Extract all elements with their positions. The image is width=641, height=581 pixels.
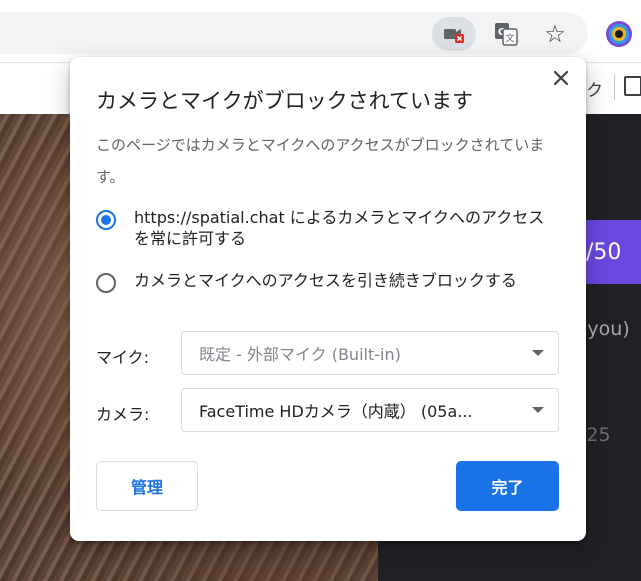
you-label: (you) (580, 318, 630, 340)
camera-select-value: FaceTime HDカメラ（内蔵） (05a... (199, 402, 473, 421)
camera-blocked-icon[interactable] (432, 17, 476, 51)
browser-toolbar: G 文 ☆ (0, 0, 641, 63)
mic-label: マイク: (96, 348, 150, 367)
dialog-description: このページではカメラとマイクへのアクセスがブロックされています。 (96, 136, 545, 186)
star-icon[interactable]: ☆ (541, 20, 569, 48)
radio-label-allow: https://spatial.chat によるカメラとマイクへのアクセスを常に… (134, 208, 545, 248)
star-glyph: ☆ (544, 20, 566, 48)
page-strip-icon (624, 76, 641, 96)
radio-button-allow[interactable] (96, 210, 116, 230)
translate-icon[interactable]: G 文 (494, 22, 518, 46)
svg-text:文: 文 (505, 32, 514, 44)
extension-icon[interactable] (604, 19, 634, 49)
mic-select-value: 既定 - 外部マイク (Built-in) (199, 345, 401, 364)
dialog-title: カメラとマイクがブロックされています (96, 89, 473, 113)
camera-mic-blocked-dialog: カメラとマイクがブロックされています このページではカメラとマイクへのアクセスが… (70, 57, 586, 541)
mic-select[interactable]: 既定 - 外部マイク (Built-in) (181, 331, 559, 375)
done-button[interactable]: 完了 (456, 461, 559, 511)
camera-label: カメラ: (96, 405, 150, 424)
chevron-down-icon (532, 407, 544, 413)
radio-button-block[interactable] (96, 273, 116, 293)
camera-select[interactable]: FaceTime HDカメラ（内蔵） (05a... (181, 388, 559, 432)
page-strip-divider (614, 74, 615, 100)
chevron-down-icon (532, 350, 544, 356)
room-counter: /50 (586, 239, 622, 265)
close-icon[interactable] (548, 65, 574, 91)
manage-button[interactable]: 管理 (96, 461, 198, 511)
radio-option-allow[interactable]: https://spatial.chat によるカメラとマイクへのアクセスを常に… (96, 207, 554, 249)
radio-label-block: カメラとマイクへのアクセスを引き続きブロックする (134, 271, 517, 290)
page-strip-text: ク (586, 81, 603, 101)
radio-option-block[interactable]: カメラとマイクへのアクセスを引き続きブロックする (96, 270, 554, 293)
